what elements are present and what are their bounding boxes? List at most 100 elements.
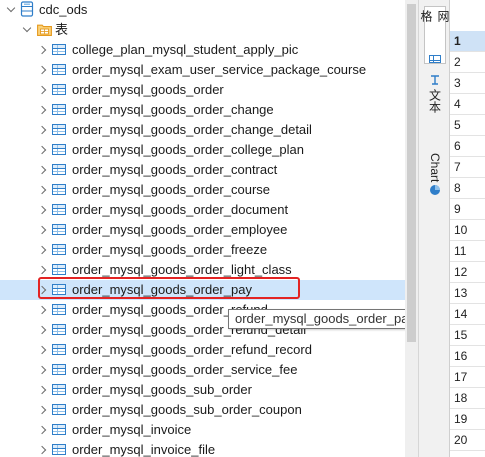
table-row[interactable]: order_mysql_goods_order_refund_record	[0, 340, 405, 360]
tab-text[interactable]: 文本	[424, 72, 446, 122]
line-number: 10	[450, 220, 485, 241]
table-row[interactable]: order_mysql_goods_order_change	[0, 100, 405, 120]
table-row[interactable]: college_plan_mysql_student_apply_pic	[0, 40, 405, 60]
table-icon	[52, 224, 66, 235]
line-number: 2	[450, 52, 485, 73]
chevron-right-icon[interactable]	[37, 385, 48, 395]
tab-chart[interactable]: Chart	[424, 150, 446, 208]
table-icon	[52, 164, 66, 175]
line-number: 20	[450, 430, 485, 451]
table-icon	[52, 204, 66, 215]
table-name: order_mysql_goods_order_college_plan	[72, 142, 304, 157]
chevron-right-icon[interactable]	[37, 265, 48, 275]
table-row[interactable]: order_mysql_goods_order_service_fee	[0, 360, 405, 380]
chevron-right-icon[interactable]	[37, 225, 48, 235]
tab-text-label: 文本	[427, 89, 442, 113]
table-name: order_mysql_invoice_file	[72, 442, 216, 457]
table-icon	[52, 444, 66, 455]
table-icon	[52, 304, 66, 315]
line-number: 16	[450, 346, 485, 367]
chevron-right-icon[interactable]	[37, 325, 48, 335]
table-row[interactable]: order_mysql_goods_order_freeze	[0, 240, 405, 260]
table-name: order_mysql_goods_order_refund_record	[72, 342, 312, 357]
table-row[interactable]: order_mysql_goods_order_college_plan	[0, 140, 405, 160]
table-name: order_mysql_goods_order_pay	[72, 282, 252, 297]
chevron-down-icon[interactable]	[6, 3, 16, 15]
tab-grid[interactable]: 网格	[419, 6, 450, 64]
chevron-right-icon[interactable]	[37, 165, 48, 175]
chevron-right-icon[interactable]	[37, 45, 48, 55]
chevron-right-icon[interactable]	[37, 125, 48, 135]
line-number: 13	[450, 283, 485, 304]
table-icon	[52, 144, 66, 155]
table-row[interactable]: order_mysql_goods_sub_order_coupon	[0, 400, 405, 420]
chevron-down-icon[interactable]	[22, 23, 32, 35]
line-number: 17	[450, 367, 485, 388]
chevron-right-icon[interactable]	[37, 205, 48, 215]
chevron-right-icon[interactable]	[37, 305, 48, 315]
chevron-right-icon[interactable]	[37, 365, 48, 375]
grid-icon	[429, 55, 441, 63]
table-name: college_plan_mysql_student_apply_pic	[72, 42, 299, 57]
table-icon	[52, 424, 66, 435]
scrollbar-thumb[interactable]	[407, 4, 416, 342]
chevron-right-icon[interactable]	[37, 345, 48, 355]
line-number: 11	[450, 241, 485, 262]
table-name: order_mysql_goods_order_change	[72, 102, 274, 117]
line-number: 9	[450, 199, 485, 220]
table-icon	[52, 324, 66, 335]
table-row[interactable]: order_mysql_invoice	[0, 420, 405, 440]
chevron-right-icon[interactable]	[37, 445, 48, 455]
tooltip: order_mysql_goods_order_pay	[228, 309, 405, 329]
table-icon	[52, 184, 66, 195]
table-name: order_mysql_invoice	[72, 422, 192, 437]
database-icon	[20, 1, 34, 17]
table-row[interactable]: order_mysql_goods_order_change_detail	[0, 120, 405, 140]
table-name: order_mysql_goods_order_freeze	[72, 242, 268, 257]
chevron-right-icon[interactable]	[37, 285, 48, 295]
table-row[interactable]: order_mysql_goods_order_light_class	[0, 260, 405, 280]
line-number: 12	[450, 262, 485, 283]
table-icon	[52, 364, 66, 375]
chevron-right-icon[interactable]	[37, 405, 48, 415]
database-name: cdc_ods	[39, 2, 88, 17]
chevron-right-icon[interactable]	[37, 65, 48, 75]
chevron-right-icon[interactable]	[37, 85, 48, 95]
table-icon	[52, 384, 66, 395]
table-row[interactable]: order_mysql_goods_order_pay	[0, 280, 405, 300]
table-row[interactable]: order_mysql_goods_sub_order	[0, 380, 405, 400]
chevron-right-icon[interactable]	[37, 185, 48, 195]
table-row[interactable]: order_mysql_exam_user_service_package_co…	[0, 60, 405, 80]
table-icon	[52, 44, 66, 55]
table-row[interactable]: order_mysql_goods_order	[0, 80, 405, 100]
tab-grid-label: 网格	[419, 10, 450, 22]
line-number: 8	[450, 178, 485, 199]
pie-chart-icon	[430, 185, 440, 196]
chevron-right-icon[interactable]	[37, 105, 48, 115]
chevron-right-icon[interactable]	[37, 145, 48, 155]
table-icon	[52, 264, 66, 275]
table-row[interactable]: order_mysql_goods_order_course	[0, 180, 405, 200]
table-row[interactable]: order_mysql_goods_order_contract	[0, 160, 405, 180]
table-name: order_mysql_exam_user_service_package_co…	[72, 62, 367, 77]
table-icon	[52, 404, 66, 415]
line-number: 3	[450, 73, 485, 94]
chevron-right-icon[interactable]	[37, 425, 48, 435]
tree-node-database[interactable]: cdc_ods	[0, 0, 405, 20]
tree-node-tables-folder[interactable]: 表	[0, 20, 405, 40]
table-row[interactable]: order_mysql_invoice_file	[0, 440, 405, 457]
line-number: 15	[450, 325, 485, 346]
table-icon	[52, 124, 66, 135]
line-number: 19	[450, 409, 485, 430]
table-row[interactable]: order_mysql_goods_order_document	[0, 200, 405, 220]
table-icon	[52, 64, 66, 75]
table-name: order_mysql_goods_order_contract	[72, 162, 278, 177]
table-name: order_mysql_goods_order_light_class	[72, 262, 292, 277]
table-row[interactable]: order_mysql_goods_order_employee	[0, 220, 405, 240]
table-name: order_mysql_goods_order_document	[72, 202, 289, 217]
folder-table-icon	[37, 24, 52, 36]
chevron-right-icon[interactable]	[37, 245, 48, 255]
vertical-scrollbar[interactable]	[405, 0, 418, 457]
line-number: 7	[450, 157, 485, 178]
table-icon	[52, 344, 66, 355]
